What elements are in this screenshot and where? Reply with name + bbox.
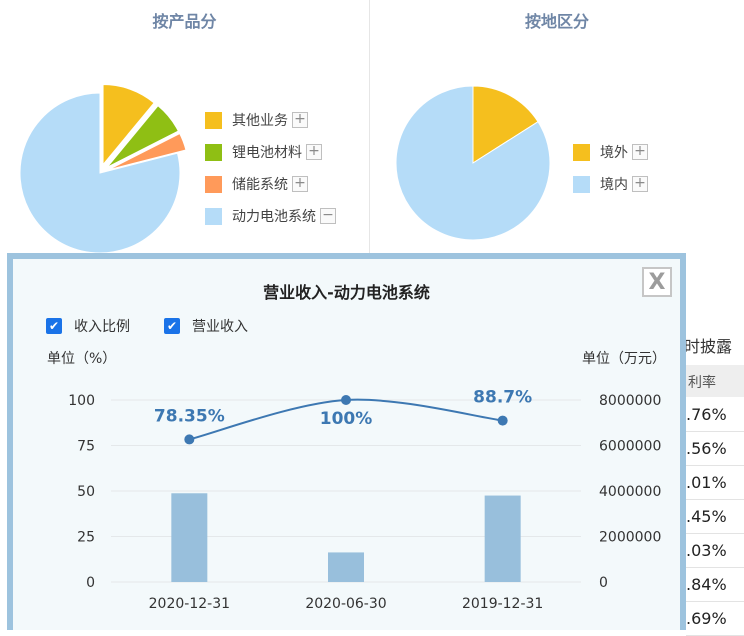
revenue-bar[interactable] bbox=[484, 495, 521, 582]
legend-swatch bbox=[205, 143, 222, 161]
check-icon[interactable]: ✔ bbox=[46, 318, 62, 334]
left-axis-tick-label: 100 bbox=[68, 393, 95, 409]
right-axis-tick-label: 4000000 bbox=[599, 484, 661, 500]
table-cell-rate: .45% bbox=[686, 507, 727, 526]
region-pie-chart bbox=[395, 85, 551, 241]
right-unit-label: 单位（万元） bbox=[582, 351, 666, 367]
legend-swatch bbox=[573, 143, 590, 161]
legend-label: 境外 bbox=[600, 145, 628, 161]
modal-body: 营业收入-动力电池系统 X ✔ 收入比例 ✔ 营业收入 单位（%） 单位（万元）… bbox=[13, 259, 680, 630]
revenue-ratio-point[interactable] bbox=[497, 415, 508, 426]
x-axis-tick-label: 2020-12-31 bbox=[149, 596, 230, 612]
table-row-divider bbox=[686, 465, 744, 466]
right-axis-tick-label: 2000000 bbox=[599, 530, 661, 546]
left-axis-tick-label: 50 bbox=[77, 484, 95, 500]
check-icon[interactable]: ✔ bbox=[164, 318, 180, 334]
table-row-divider bbox=[686, 567, 744, 568]
legend-label: 动力电池系统 bbox=[232, 209, 316, 225]
table-row-divider bbox=[686, 533, 744, 534]
data-label: 100% bbox=[320, 409, 373, 429]
product-legend-item[interactable]: 其他业务 + bbox=[205, 110, 308, 130]
table-row-divider bbox=[686, 601, 744, 602]
revenue-modal: 营业收入-动力电池系统 X ✔ 收入比例 ✔ 营业收入 单位（%） 单位（万元）… bbox=[7, 253, 686, 630]
data-label: 88.7% bbox=[473, 388, 532, 408]
legend-label: 储能系统 bbox=[232, 177, 288, 193]
revenue-bar[interactable] bbox=[328, 552, 364, 582]
table-cell-rate: .01% bbox=[686, 473, 727, 492]
right-axis-tick-label: 6000000 bbox=[599, 439, 661, 455]
expand-icon[interactable]: + bbox=[292, 176, 308, 192]
checkbox-revenue-label: 营业收入 bbox=[192, 319, 248, 335]
product-panel: 按产品分 其他业务 + 锂电池材料 + 储能系统 + 动力电池系统 − bbox=[0, 0, 370, 255]
table-cell-rate: .56% bbox=[686, 439, 727, 458]
expand-icon[interactable]: + bbox=[306, 144, 322, 160]
legend-label: 锂电池材料 bbox=[232, 145, 302, 161]
region-legend-item[interactable]: 境内 + bbox=[573, 174, 648, 194]
expand-icon[interactable]: + bbox=[632, 144, 648, 160]
right-axis-tick-label: 0 bbox=[599, 575, 608, 591]
checkbox-revenue[interactable]: ✔ 营业收入 bbox=[164, 316, 248, 336]
revenue-ratio-point[interactable] bbox=[341, 395, 351, 405]
close-button[interactable]: X bbox=[642, 267, 672, 297]
right-col-header: 利率 bbox=[688, 375, 716, 391]
table-row-divider bbox=[686, 499, 744, 500]
table-cell-rate: .76% bbox=[686, 405, 727, 424]
checkbox-revenue-ratio-label: 收入比例 bbox=[74, 319, 130, 335]
left-axis-tick-label: 75 bbox=[77, 439, 95, 455]
legend-swatch bbox=[205, 175, 222, 193]
revenue-ratio-point[interactable] bbox=[184, 434, 195, 445]
region-panel-title: 按地区分 bbox=[524, 12, 589, 31]
revenue-bar[interactable] bbox=[171, 493, 208, 582]
expand-icon[interactable]: + bbox=[632, 176, 648, 192]
product-legend-item[interactable]: 储能系统 + bbox=[205, 174, 308, 194]
legend-swatch bbox=[573, 175, 590, 193]
table-cell-rate: .69% bbox=[686, 609, 727, 628]
product-panel-title: 按产品分 bbox=[152, 12, 217, 31]
product-legend-item[interactable]: 锂电池材料 + bbox=[205, 142, 322, 162]
checkbox-revenue-ratio[interactable]: ✔ 收入比例 bbox=[46, 316, 130, 336]
x-axis-tick-label: 2020-06-30 bbox=[305, 596, 386, 612]
expand-icon[interactable]: + bbox=[292, 112, 308, 128]
region-legend-item[interactable]: 境外 + bbox=[573, 142, 648, 162]
table-row-divider bbox=[686, 431, 744, 432]
left-unit-label: 单位（%） bbox=[47, 351, 117, 367]
revenue-combo-chart: 0 25 50 75 100 0 2000000 4000000 6000000 8000000 2… bbox=[68, 388, 661, 612]
table-cell-rate: .84% bbox=[686, 575, 727, 594]
region-panel: 按地区分 境外 + 境内 + bbox=[370, 0, 744, 255]
left-axis-tick-label: 0 bbox=[86, 575, 95, 591]
legend-label: 境内 bbox=[600, 177, 628, 193]
right-axis-tick-label: 8000000 bbox=[599, 393, 661, 409]
x-axis-tick-label: 2019-12-31 bbox=[462, 596, 543, 612]
legend-swatch bbox=[205, 207, 222, 225]
legend-swatch bbox=[205, 111, 222, 129]
left-axis-tick-label: 25 bbox=[77, 530, 95, 546]
product-pie-chart bbox=[19, 84, 187, 254]
product-legend-item[interactable]: 动力电池系统 − bbox=[205, 206, 336, 226]
right-header-text: 时披露 bbox=[684, 337, 733, 356]
modal-title: 营业收入-动力电池系统 bbox=[263, 283, 430, 302]
table-cell-rate: .03% bbox=[686, 541, 727, 560]
collapse-icon[interactable]: − bbox=[320, 208, 336, 224]
legend-label: 其他业务 bbox=[232, 113, 288, 129]
data-label: 78.35% bbox=[154, 406, 225, 426]
